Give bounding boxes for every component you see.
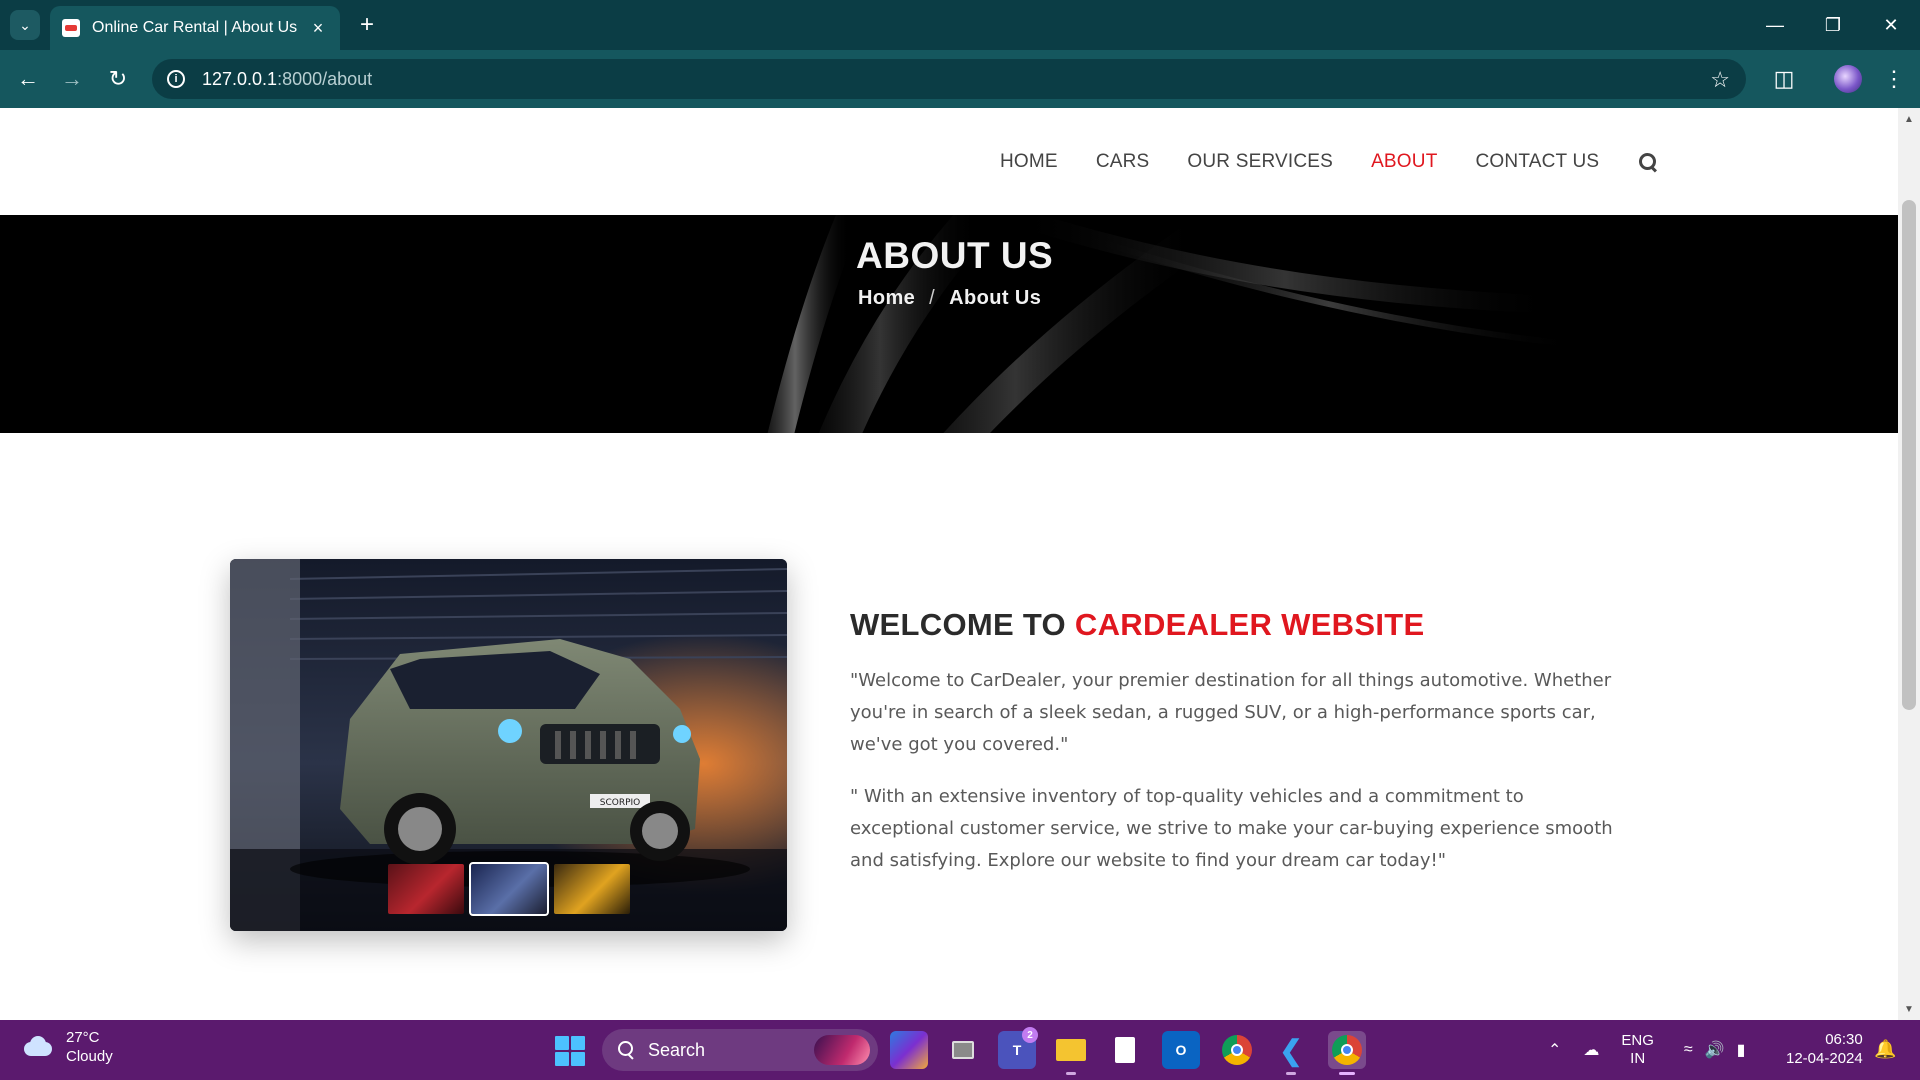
copilot-icon[interactable] [890,1031,928,1069]
weather-temperature: 27°C [66,1029,100,1046]
carousel-thumbnail[interactable] [388,864,464,914]
date: 12-04-2024 [1786,1050,1863,1067]
about-content: WELCOME TO CARDEALER WEBSITE "Welcome to… [850,607,1630,877]
nav-links: HOME CARS OUR SERVICES ABOUT CONTACT US [1000,108,1659,215]
notepad-icon[interactable] [1106,1031,1144,1069]
hero-banner: ABOUT US Home / About Us [0,215,1898,433]
nav-about[interactable]: ABOUT [1371,151,1437,173]
profile-avatar[interactable] [1834,65,1862,93]
vscode-icon[interactable]: ❮ [1272,1031,1310,1075]
battery-icon[interactable]: ▮ [1737,1040,1746,1060]
forward-button[interactable]: → [56,63,88,95]
taskbar-search[interactable]: Search [602,1029,878,1071]
close-window-button[interactable]: ✕ [1862,0,1920,50]
nav-home[interactable]: HOME [1000,151,1058,173]
nav-our-services[interactable]: OUR SERVICES [1187,151,1333,173]
minimize-button[interactable]: — [1746,0,1804,50]
browser-tab-bar: ⌄ Online Car Rental | About Us × + — ❐ ✕ [0,0,1920,50]
new-tab-button[interactable]: + [352,10,382,40]
wifi-icon[interactable]: ≈ [1684,1041,1693,1059]
restore-button[interactable]: ❐ [1804,0,1862,50]
search-icon[interactable] [1637,151,1659,173]
outlook-icon[interactable]: O [1162,1031,1200,1069]
browser-toolbar: ← → ↻ i 127.0.0.1:8000/about ☆ ◫ ⋮ [0,50,1920,108]
breadcrumb-current: About Us [949,287,1042,309]
file-explorer-icon[interactable] [1052,1031,1090,1075]
reload-icon: ↻ [108,66,128,91]
site-info-button[interactable]: i [156,59,196,99]
restore-icon: ❐ [1824,14,1842,35]
scroll-up-arrow-icon[interactable]: ▲ [1898,110,1920,128]
tab-title: Online Car Rental | About Us [92,19,298,36]
close-window-icon: ✕ [1883,14,1899,35]
search-icon [616,1040,636,1060]
about-paragraph-1: "Welcome to CarDealer, your premier dest… [850,670,1612,755]
hero-background-graphic [767,215,1580,433]
about-paragraph-2: " With an extensive inventory of top-qua… [850,786,1613,871]
chrome-icon[interactable] [1218,1031,1256,1069]
clock[interactable]: 06:30 12-04-2024 [1786,1030,1863,1068]
page-title: ABOUT US [856,235,1054,276]
brand-name: CARDEALER WEBSITE [1074,607,1425,642]
license-plate-text: SCORPIO [600,798,641,808]
volume-icon[interactable]: 🔊 [1705,1040,1725,1060]
page-viewport: HOME CARS OUR SERVICES ABOUT CONTACT US [0,108,1898,1020]
carousel-thumbnail[interactable] [469,862,549,916]
plus-icon: + [359,11,374,38]
extensions-icon[interactable]: ◫ [1768,63,1800,95]
search-highlight-art [814,1035,870,1065]
address-bar[interactable]: i 127.0.0.1:8000/about ☆ [152,59,1746,99]
forward-arrow-icon: → [61,66,83,91]
time: 06:30 [1825,1031,1863,1048]
close-icon[interactable]: × [308,18,328,39]
windows-start-icon[interactable] [555,1036,585,1066]
notification-bell-icon[interactable]: 🔔 [1874,1039,1896,1060]
minimize-icon: — [1766,14,1784,35]
weather-description: Cloudy [66,1048,113,1065]
car-image-carousel: SCORPIO [230,559,787,931]
taskbar-search-label: Search [648,1039,706,1060]
breadcrumb: Home / About Us [858,287,1041,310]
cloud-icon [20,1036,54,1058]
onedrive-cloud-icon[interactable]: ☁ [1583,1040,1599,1060]
url-text: 127.0.0.1:8000/about [202,68,373,89]
browser-tab-active[interactable]: Online Car Rental | About Us × [50,6,340,50]
breadcrumb-home-link[interactable]: Home [858,287,915,310]
scroll-thumb[interactable] [1902,200,1916,710]
task-view-icon[interactable] [944,1031,982,1069]
more-options-icon[interactable]: ⋮ [1880,63,1908,95]
window-controls: — ❐ ✕ [1746,0,1920,50]
carousel-thumbnail[interactable] [554,864,630,914]
site-info-icon: i [167,70,185,88]
windows-taskbar: 27°C Cloudy Search T 2 O ❮ ⌃ ☁ ENG IN ≈ … [0,1020,1920,1080]
chevron-up-icon[interactable]: ⌃ [1548,1040,1561,1060]
system-tray: ⌃ ☁ ENG IN ≈ 🔊 ▮ [1548,1020,1767,1080]
chevron-down-icon: ⌄ [19,16,31,33]
page-scrollbar[interactable]: ▲ ▼ [1898,108,1920,1020]
star-icon[interactable]: ☆ [1710,67,1730,93]
reload-button[interactable]: ↻ [102,63,134,95]
back-arrow-icon: ← [17,66,39,91]
back-button[interactable]: ← [12,63,44,95]
breadcrumb-separator: / [929,287,936,309]
tab-search-button[interactable]: ⌄ [10,10,40,40]
scroll-down-arrow-icon[interactable]: ▼ [1898,1000,1920,1018]
welcome-heading: WELCOME TO CARDEALER WEBSITE [850,607,1425,642]
language-indicator[interactable]: ENG IN [1621,1032,1654,1068]
site-navbar: HOME CARS OUR SERVICES ABOUT CONTACT US [0,108,1898,215]
notification-badge: 2 [1022,1027,1038,1043]
teams-icon[interactable]: T 2 [998,1027,1038,1069]
nav-contact-us[interactable]: CONTACT US [1476,151,1600,173]
carousel-thumbnails [388,862,637,916]
weather-widget[interactable]: 27°C Cloudy [20,1028,113,1066]
chrome-profile-icon[interactable] [1328,1031,1366,1075]
favicon-icon [62,19,80,37]
nav-cars[interactable]: CARS [1096,151,1150,173]
